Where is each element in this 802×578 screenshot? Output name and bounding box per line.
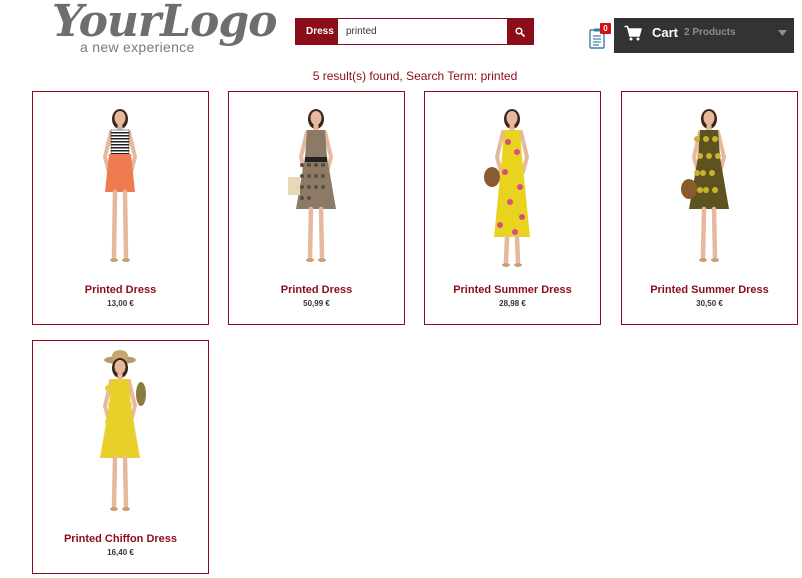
search-bar: Dress (295, 18, 534, 45)
product-price: 13,00 € (107, 299, 134, 308)
product-name[interactable]: Printed Chiffon Dress (33, 533, 208, 545)
product-price: 28,98 € (499, 299, 526, 308)
model-figure (484, 109, 530, 267)
site-logo[interactable]: YourLogo a new experience (52, 0, 278, 55)
product-name[interactable]: Printed Dress (33, 284, 208, 296)
product-image[interactable] (259, 97, 374, 271)
compare-count-badge: 0 (600, 23, 611, 34)
search-button[interactable] (507, 19, 533, 44)
logo-tagline: a new experience (80, 39, 195, 55)
search-icon (515, 26, 525, 37)
product-name[interactable]: Printed Dress (229, 284, 404, 296)
product-name[interactable]: Printed Summer Dress (622, 284, 797, 296)
search-input[interactable] (340, 19, 506, 44)
model-figure (100, 350, 146, 511)
model-figure (288, 109, 336, 262)
search-results-summary: 5 result(s) found, Search Term: printed (312, 69, 518, 83)
shopping-cart-icon (624, 25, 642, 41)
chevron-down-icon (778, 30, 787, 36)
product-name[interactable]: Printed Summer Dress (425, 284, 600, 296)
product-card[interactable]: Printed Dress 50,99 € (228, 91, 405, 325)
product-price: 50,99 € (303, 299, 330, 308)
model-figure (102, 109, 138, 262)
model-figure (681, 109, 729, 262)
product-card[interactable]: Printed Summer Dress 30,50 € (621, 91, 798, 325)
product-image[interactable] (652, 97, 767, 271)
product-card[interactable]: Printed Summer Dress 28,98 € (424, 91, 601, 325)
compare-list-button[interactable]: 0 (589, 23, 611, 50)
product-image[interactable] (63, 346, 178, 520)
cart-button[interactable]: Cart 2 Products (614, 18, 794, 53)
product-price: 30,50 € (696, 299, 723, 308)
product-image[interactable] (455, 97, 570, 271)
product-image[interactable] (63, 97, 178, 271)
product-card[interactable]: Printed Dress 13,00 € (32, 91, 209, 325)
product-price: 16,40 € (107, 548, 134, 557)
cart-product-count: 2 Products (684, 27, 736, 38)
product-card[interactable]: Printed Chiffon Dress 16,40 € (32, 340, 209, 574)
search-category-select[interactable]: Dress (296, 19, 338, 44)
cart-label: Cart (652, 25, 679, 40)
